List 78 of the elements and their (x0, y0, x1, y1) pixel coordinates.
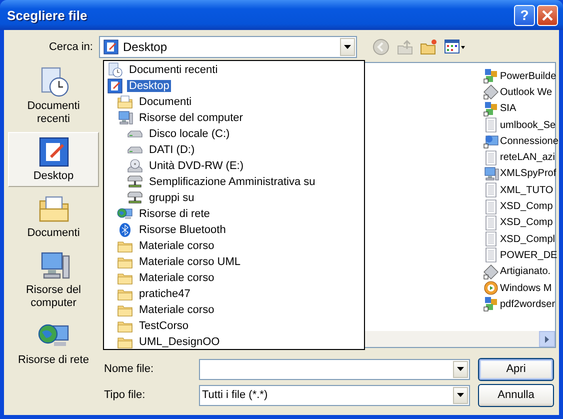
dropdown-item[interactable]: Documenti recenti (104, 62, 364, 78)
places-bar-item[interactable]: Risorse del computer (8, 246, 99, 314)
network-drive-icon (127, 174, 143, 190)
application-icon (483, 296, 499, 312)
dropdown-item[interactable]: Desktop (104, 78, 364, 94)
file-item[interactable]: SIA (483, 100, 516, 117)
file-item[interactable]: Connessione (483, 133, 558, 150)
file-item[interactable]: reteLAN_azi (483, 149, 556, 166)
places-bar-item[interactable]: Documenti recenti (8, 62, 99, 130)
dropdown-item[interactable]: Risorse Bluetooth (104, 222, 364, 238)
shortcut-icon (483, 264, 499, 280)
file-item[interactable]: pdf2wordser (483, 296, 556, 312)
desktop-icon (103, 39, 119, 55)
file-item[interactable]: Windows M (483, 280, 552, 296)
file-item[interactable]: Outlook We (483, 84, 552, 101)
dropdown-item[interactable]: Risorse del computer (104, 110, 364, 126)
file-item[interactable]: XSD_Comp (483, 198, 553, 215)
text-file-icon (483, 182, 499, 198)
file-item[interactable]: POWER_DE (483, 247, 558, 264)
dropdown-item[interactable]: pratiche47 (104, 286, 364, 302)
dropdown-item[interactable]: Materiale corso UML (104, 254, 364, 270)
text-file-icon (483, 198, 499, 215)
network-computer-icon (117, 206, 133, 222)
application-icon (483, 100, 499, 117)
bluetooth-icon (117, 222, 133, 238)
new-folder-button[interactable] (419, 37, 439, 57)
text-file-icon (483, 247, 499, 264)
file-name-label: Nome file: (103, 363, 155, 375)
look-in-label: Cerca in: (48, 41, 94, 53)
documents-folder-icon (117, 94, 133, 110)
connection-icon (483, 133, 499, 150)
file-item[interactable]: XSD_Comp (483, 214, 553, 231)
disc-drive-icon (127, 158, 143, 174)
dropdown-item[interactable]: gruppi su (104, 190, 364, 206)
cancel-button[interactable]: Annulla (478, 384, 554, 406)
file-type-dropdown[interactable]: Tutti i file (*.*) (199, 384, 470, 406)
places-bar-item[interactable]: Risorse di rete (8, 316, 99, 371)
file-item[interactable]: XSD_Compl (483, 230, 556, 248)
text-file-icon (483, 231, 499, 248)
desktop-icon (107, 78, 123, 94)
open-button[interactable]: Apri (478, 358, 554, 380)
places-bar-item[interactable]: Desktop (8, 132, 99, 187)
dropdown-item[interactable]: Disco locale (C:) (104, 126, 364, 142)
media-player-icon (483, 280, 499, 296)
close-icon (541, 8, 554, 22)
computer-icon (483, 166, 499, 182)
right-arrow-icon (545, 336, 549, 342)
dropdown-item[interactable]: Materiale corso (104, 238, 364, 254)
application-icon (483, 68, 499, 84)
scroll-right-button[interactable] (539, 331, 555, 347)
dropdown-item[interactable]: Risorse di rete (104, 206, 364, 222)
file-item[interactable]: XML_TUTO (483, 182, 554, 198)
network-drive-icon (127, 190, 143, 206)
file-item[interactable]: PowerBuilde (483, 68, 556, 84)
text-file-icon (483, 117, 499, 134)
dropdown-item[interactable]: UML_DesignOO (104, 334, 364, 350)
help-button[interactable]: ? (514, 4, 535, 26)
look-in-dropdown[interactable]: Desktop (99, 36, 357, 58)
dropdown-item[interactable]: Documenti (104, 94, 364, 110)
dropdown-item[interactable]: Materiale corso (104, 270, 364, 286)
text-file-icon (483, 150, 499, 166)
dropdown-item[interactable]: DATI (D:) (104, 142, 364, 158)
dropdown-item[interactable]: TestCorso (104, 318, 364, 334)
file-item[interactable]: Artigianato. (483, 264, 551, 280)
close-button[interactable] (537, 4, 558, 26)
places-bar-item[interactable]: Documenti (8, 189, 99, 244)
file-item[interactable]: XMLSpyProf (483, 166, 556, 182)
file-item[interactable]: umlbook_Se (483, 116, 556, 134)
computer-icon (117, 110, 133, 126)
window-title: Scegliere file (7, 8, 88, 22)
file-type-label: Tipo file: (103, 389, 146, 401)
dropdown-item[interactable]: Unità DVD-RW (E:) (104, 158, 364, 174)
shortcut-icon (483, 84, 499, 100)
file-name-field[interactable] (199, 358, 470, 380)
dropdown-item[interactable]: Materiale corso (104, 302, 364, 318)
dropdown-item[interactable]: Semplificazione Amministrativa su (104, 174, 364, 190)
text-file-icon (483, 214, 499, 231)
desktop-icon (38, 136, 70, 168)
